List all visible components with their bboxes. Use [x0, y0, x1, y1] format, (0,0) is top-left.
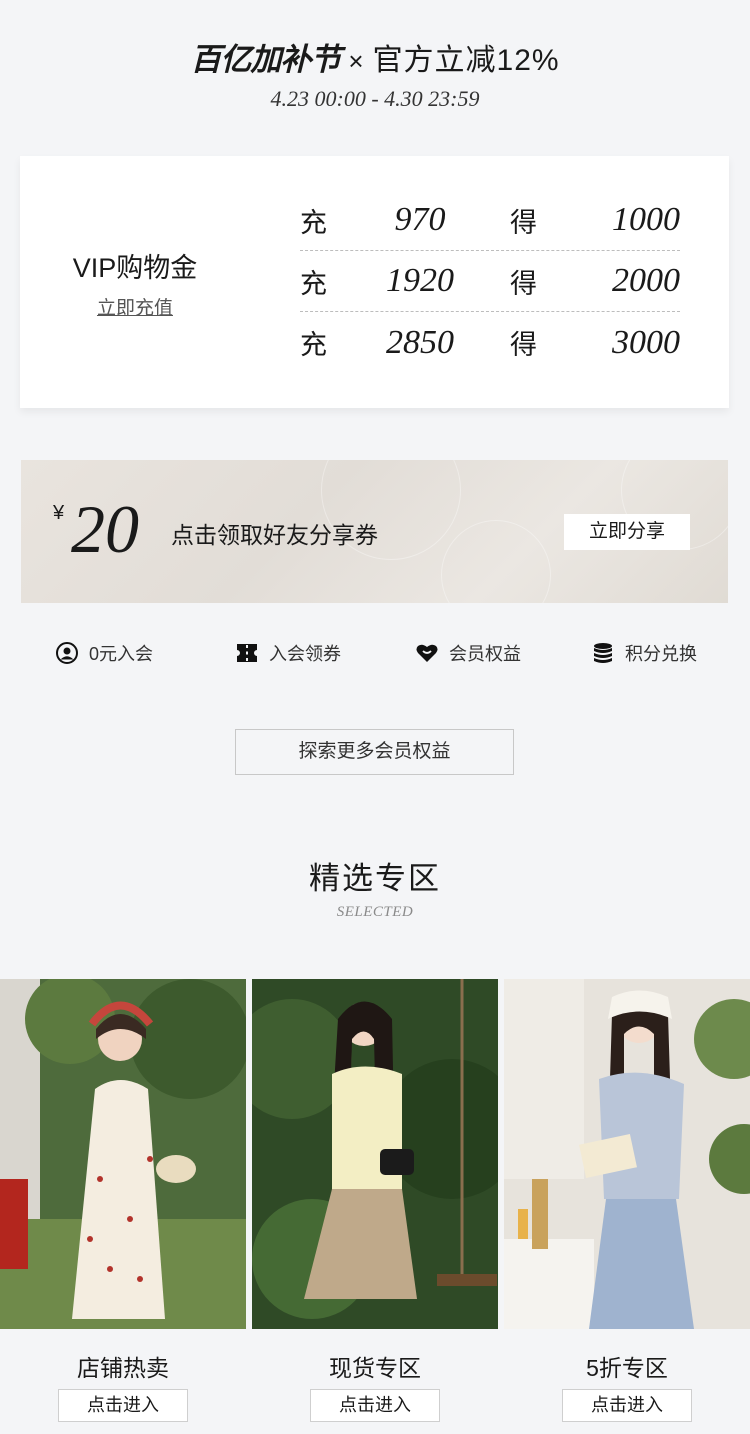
card-title: 现货专区 — [329, 1355, 421, 1381]
card-photo[interactable] — [504, 979, 750, 1329]
share-button[interactable]: 立即分享 — [564, 514, 690, 550]
benefit-coupon[interactable]: 入会领券 — [235, 640, 341, 666]
section-title: 精选专区 — [309, 861, 441, 896]
card-title: 5折专区 — [586, 1355, 668, 1381]
enter-button[interactable]: 点击进入 — [310, 1389, 440, 1422]
benefit-points[interactable]: 积分兑换 — [591, 640, 697, 666]
recharge-tier[interactable]: 充 1920 得 2000 — [300, 251, 680, 312]
recharge-tier[interactable]: 充 970 得 1000 — [300, 190, 680, 251]
selected-cards: 店铺热卖 点击进入 现货专区 点击进入 5折专区 点击进入 — [0, 979, 750, 1434]
share-coupon-banner[interactable]: ¥ 20 点击领取好友分享券 立即分享 — [21, 460, 728, 603]
benefit-label: 积分兑换 — [625, 644, 697, 664]
benefit-label: 0元入会 — [89, 644, 154, 664]
heart-badge-icon — [416, 644, 438, 662]
coupon-currency: ¥ — [53, 502, 65, 524]
ticket-icon — [237, 644, 257, 662]
tier-get-label: 得 — [510, 207, 537, 238]
card-in-stock[interactable]: 现货专区 点击进入 — [252, 979, 498, 1434]
user-circle-icon — [56, 642, 78, 664]
promo-times-sign: × — [348, 46, 365, 76]
recharge-tiers: 充 970 得 1000 充 1920 得 2000 充 2850 得 3000 — [300, 190, 680, 373]
card-half-price[interactable]: 5折专区 点击进入 — [504, 979, 750, 1434]
section-subtitle: SELECTED — [336, 904, 414, 920]
benefit-label: 入会领券 — [269, 644, 341, 664]
tier-get-label: 得 — [510, 330, 537, 360]
promo-brand: 百亿加补节 — [190, 42, 341, 77]
coupon-text: 点击领取好友分享券 — [171, 522, 378, 548]
promo-title: 百亿加补节 × 官方立减12% — [0, 34, 750, 79]
card-title: 店铺热卖 — [77, 1355, 169, 1381]
card-photo[interactable] — [252, 979, 498, 1329]
tier-pay-label: 充 — [300, 207, 327, 238]
recharge-link[interactable]: 立即充值 — [97, 293, 173, 320]
vip-card: VIP购物金 立即充值 充 970 得 1000 充 1920 得 2000 充… — [20, 156, 729, 408]
tier-pay-amount: 2850 — [386, 323, 454, 361]
card-hot-sale[interactable]: 店铺热卖 点击进入 — [0, 979, 246, 1434]
tier-get-label: 得 — [510, 268, 537, 299]
enter-button[interactable]: 点击进入 — [562, 1389, 692, 1422]
tier-get-amount: 3000 — [612, 323, 680, 361]
benefit-rights[interactable]: 会员权益 — [415, 640, 521, 666]
card-photo[interactable] — [0, 979, 246, 1329]
tier-pay-label: 充 — [300, 330, 327, 360]
coupon-amount: 20 — [71, 491, 139, 567]
promo-date-range: 4.23 00:00 - 4.30 23:59 — [270, 86, 480, 111]
vip-title: VIP购物金 — [72, 253, 198, 283]
lace-ornament — [441, 520, 551, 603]
member-benefits: 0元入会 入会领券 会员权益 积分兑换 — [0, 640, 750, 670]
coin-stack-icon — [594, 643, 612, 663]
benefit-label: 会员权益 — [449, 644, 521, 664]
vip-summary: VIP购物金 立即充值 — [60, 246, 210, 320]
tier-pay-label: 充 — [300, 268, 327, 299]
benefit-join-free[interactable]: 0元入会 — [55, 640, 153, 666]
promo-slogan: 官方立减12% — [372, 44, 560, 77]
enter-button[interactable]: 点击进入 — [58, 1389, 188, 1422]
recharge-tier[interactable]: 充 2850 得 3000 — [300, 312, 680, 373]
tier-get-amount: 2000 — [612, 262, 680, 299]
explore-benefits-button[interactable]: 探索更多会员权益 — [235, 729, 514, 775]
tier-pay-amount: 1920 — [386, 262, 454, 299]
tier-get-amount: 1000 — [612, 201, 680, 238]
tier-pay-amount: 970 — [394, 201, 446, 238]
